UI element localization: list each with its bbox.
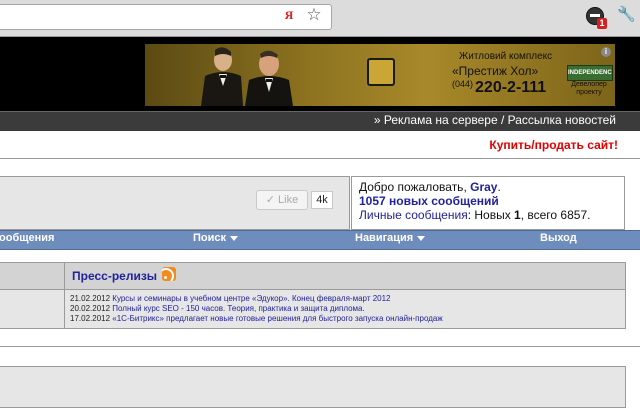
banner-title: «Престиж Хол» [452, 64, 539, 78]
pm-new-prefix: : Новых [467, 208, 515, 222]
navbar-navigation-label: Навигация [355, 232, 414, 244]
press-left-body [0, 289, 66, 329]
chevron-down-icon [230, 235, 239, 241]
list-item: 17.02.2012 «1С-Битрикс» предлагает новые… [70, 314, 443, 323]
navbar-search[interactable]: Поиск [193, 232, 239, 244]
new-messages-link[interactable]: 1057 новых сообщений [359, 194, 499, 208]
yandex-icon[interactable]: Я [283, 9, 295, 22]
extension-badge: 1 [597, 18, 607, 29]
welcome-suffix: . [497, 180, 501, 194]
list-item: 20.02.2012 Полный курс SEO - 150 часов. … [70, 304, 365, 313]
private-messages-link[interactable]: Личные сообщения [359, 208, 468, 222]
press-releases-title[interactable]: Пресс-релизы [72, 269, 157, 283]
developer-logo: INDEPENDENCE [567, 65, 613, 81]
like-button[interactable]: ✓ Like [256, 190, 308, 210]
chevron-down-icon [417, 235, 426, 241]
banner-phone-number: 220-2-111 [475, 79, 547, 96]
pm-new-count: 1 [514, 208, 521, 222]
news-link[interactable]: «1С-Битрикс» предлагает новые готовые ре… [112, 314, 442, 323]
banner-people-image [201, 47, 293, 106]
buy-sell-site-link[interactable]: Купить/продать сайт! [489, 138, 618, 152]
welcome-prefix: Добро пожаловать, [359, 180, 471, 194]
navbar-logout[interactable]: Выход [540, 232, 577, 244]
wrench-icon[interactable]: 🔧 [617, 6, 636, 24]
like-count: 4k [311, 191, 333, 209]
developer-caption: Девелопер проекту [571, 81, 607, 96]
divider [0, 346, 640, 347]
news-date: 20.02.2012 [70, 304, 111, 313]
rss-icon[interactable] [162, 267, 176, 281]
info-icon[interactable]: i [601, 47, 611, 57]
banner-phone: (044) 220-2-111 [452, 79, 546, 97]
username-link[interactable]: Gray [470, 180, 497, 194]
banner-phone-code: (044) [452, 79, 474, 89]
welcome-text: Добро пожаловать, Gray. [359, 180, 501, 194]
bookmark-star-icon[interactable]: ☆ [305, 6, 323, 24]
news-date: 17.02.2012 [70, 314, 111, 323]
forum-section-box [0, 366, 626, 408]
navbar-navigation[interactable]: Навигация [355, 232, 426, 244]
prestige-logo-icon [367, 58, 395, 86]
press-left-cell [0, 262, 66, 290]
news-link[interactable]: Курсы и семинары в учебном центре «Эдуко… [112, 294, 390, 303]
pm-total: , всего 6857. [520, 208, 591, 222]
ads-newsletter-link[interactable]: » Реклама на сервере / Рассылка новостей [374, 113, 616, 127]
navbar-search-label: Поиск [193, 232, 227, 244]
private-messages-line: Личные сообщения: Новых 1, всего 6857. [359, 208, 590, 222]
news-date: 21.02.2012 [70, 294, 111, 303]
divider [0, 158, 640, 159]
banner-tagline: Житловий комплекс [459, 51, 553, 62]
navbar-messages[interactable]: ообщения [0, 232, 54, 244]
list-item: 21.02.2012 Курсы и семинары в учебном це… [70, 294, 391, 303]
news-link[interactable]: Полный курс SEO - 150 часов. Теория, пра… [112, 304, 364, 313]
